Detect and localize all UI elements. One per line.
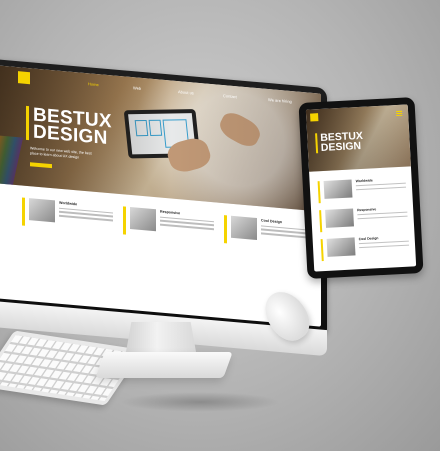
site-logo[interactable] (310, 113, 319, 122)
desktop-website-screen: Home Web About us Contact We are hiring … (0, 64, 321, 327)
accent-bar (123, 206, 126, 235)
text-line (357, 215, 408, 219)
tablet-website-screen: BESTUX DESIGN Worldwide Responsive Cool … (305, 104, 417, 272)
hero-title: BESTUX DESIGN (26, 104, 112, 149)
tablet-device: BESTUX DESIGN Worldwide Responsive Cool … (298, 97, 424, 279)
tablet-feature-item[interactable]: Worldwide (317, 177, 407, 204)
card-thumbnail (130, 206, 156, 232)
site-logo[interactable] (18, 71, 30, 85)
text-line (359, 244, 410, 248)
accent-bar (319, 210, 323, 233)
hero-section: Home Web About us Contact We are hiring … (0, 64, 321, 212)
tablet-feature-list: Worldwide Responsive Cool Design (317, 177, 410, 268)
accent-bar (22, 197, 25, 226)
tablet-hero-title-line2: DESIGN (320, 139, 362, 155)
accent-bar (320, 239, 324, 262)
feature-card[interactable]: Worldwide (22, 197, 113, 233)
monitor-stand-base (95, 352, 233, 378)
feature-card[interactable]: Responsive (123, 206, 214, 242)
item-thumbnail (325, 208, 355, 228)
floor-shadow (120, 392, 280, 412)
card-thumbnail (29, 198, 55, 223)
hamburger-menu-icon[interactable] (396, 110, 403, 117)
tablet-hero: BESTUX DESIGN (305, 104, 411, 172)
scene: Home Web About us Contact We are hiring … (0, 0, 440, 451)
accent-bar (317, 181, 321, 204)
tablet-hero-title: BESTUX DESIGN (315, 130, 364, 155)
item-thumbnail (323, 179, 353, 199)
item-thumbnail (326, 237, 356, 257)
tablet-feature-item[interactable]: Responsive (319, 206, 408, 233)
accent-bar (224, 215, 227, 244)
text-line (356, 186, 407, 191)
feature-card[interactable]: Cool Design (224, 215, 315, 251)
tablet-feature-item[interactable]: Cool Design (320, 235, 410, 262)
card-thumbnail (231, 215, 257, 241)
